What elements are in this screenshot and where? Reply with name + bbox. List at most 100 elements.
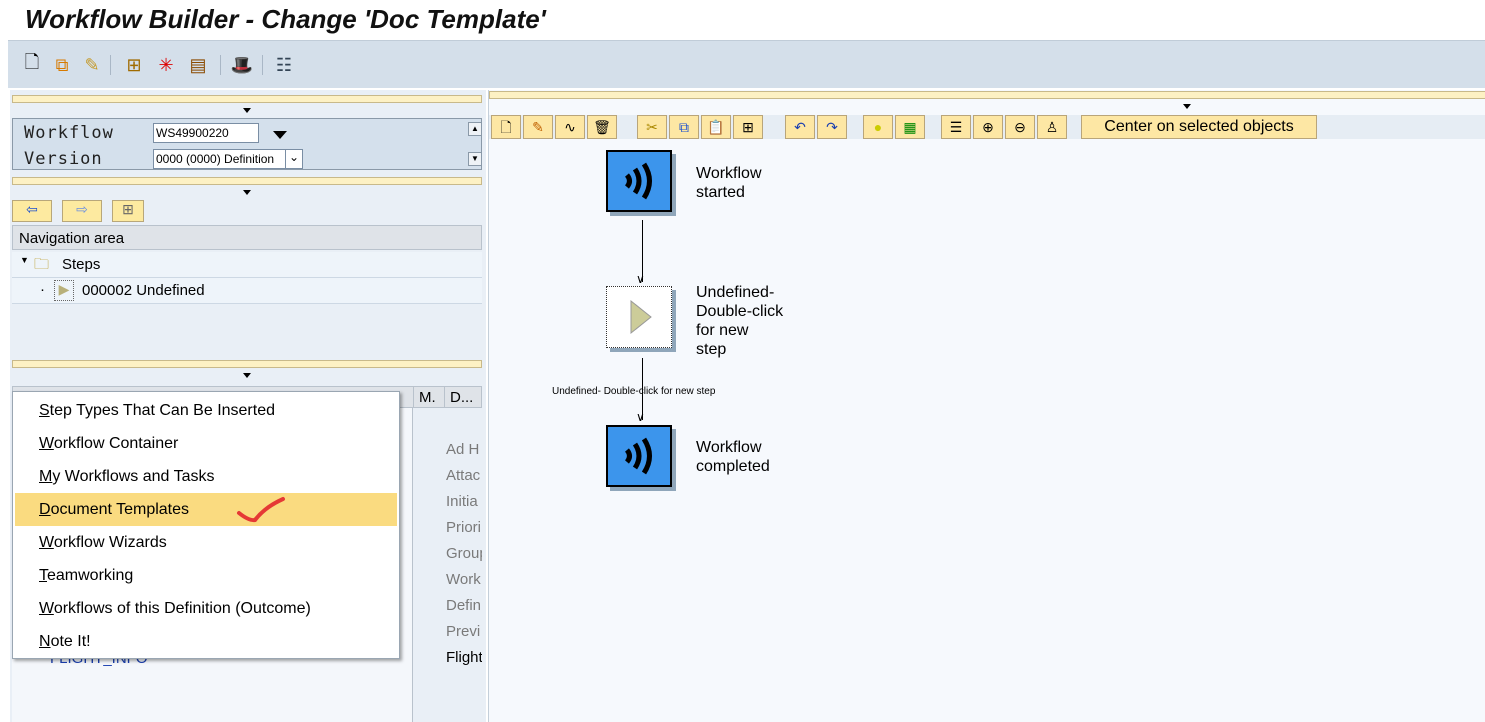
accel-key: S — [39, 402, 50, 419]
signature-icon[interactable]: ∿ — [555, 115, 585, 139]
collapse-arrow-icon[interactable] — [243, 108, 251, 113]
table-cell[interactable]: Ad H — [446, 441, 482, 458]
node-label: Workflow completed — [696, 439, 770, 475]
menu-label: y Workflows and Tasks — [52, 468, 215, 485]
insert-block-icon[interactable]: ⊞ — [733, 115, 763, 139]
table-cell[interactable]: Initia — [446, 493, 482, 510]
paste-icon[interactable]: 📋 — [701, 115, 731, 139]
context-menu: Step Types That Can Be Inserted Workflow… — [12, 391, 400, 659]
layout-icon[interactable]: ☰ — [941, 115, 971, 139]
trash-icon[interactable]: 🗑 — [587, 115, 617, 139]
table-cell[interactable]: Defin — [446, 597, 482, 614]
zoom-out-icon[interactable]: ⊖ — [1005, 115, 1035, 139]
zoom-in-icon[interactable]: ⊕ — [973, 115, 1003, 139]
collapse-arrow-icon[interactable] — [243, 373, 251, 378]
menu-item-workflows-of-definition[interactable]: Workflows of this Definition (Outcome) — [13, 592, 399, 625]
checkmark-annotation-icon — [237, 497, 285, 523]
list-icon[interactable]: ☷ — [272, 53, 296, 77]
bell-icon[interactable]: ● — [863, 115, 893, 139]
tree-node-steps[interactable]: ▼ 🗀 Steps — [12, 252, 482, 278]
accel-key: N — [39, 633, 51, 650]
node-label: Workflow started — [696, 165, 762, 201]
person-icon[interactable]: ♙ — [1037, 115, 1067, 139]
undefined-step-node[interactable] — [606, 286, 672, 348]
magic-wand-icon[interactable]: ✳ — [154, 53, 178, 77]
menu-label: orkflows of this Definition (Outcome) — [53, 600, 311, 617]
menu-item-step-types[interactable]: Step Types That Can Be Inserted — [13, 394, 399, 427]
copy-icon[interactable]: ⧉ — [669, 115, 699, 139]
tree-node-label: 000002 Undefined — [82, 282, 205, 299]
menu-label: ote It! — [50, 633, 91, 650]
table-cell[interactable]: Work — [446, 571, 482, 588]
expand-icon[interactable]: ▼ — [20, 255, 29, 265]
scroll-up-button[interactable]: ▲ — [468, 122, 482, 136]
window-title: Workflow Builder - Change 'Doc Template' — [25, 4, 546, 34]
film-icon[interactable]: ▤ — [186, 53, 210, 77]
accel-key: D — [39, 501, 51, 518]
version-label: Version — [24, 149, 103, 169]
table-cell[interactable]: Attac — [446, 467, 482, 484]
workflow-started-node[interactable] — [606, 150, 672, 212]
graphic-pane: 🗋 ✎ ∿ 🗑 ✂ ⧉ 📋 ⊞ ↶ ↷ ● ▦ ☰ ⊕ ⊖ ♙ Center o… — [488, 90, 1485, 722]
accel-key: W — [39, 534, 54, 551]
play-triangle-icon — [630, 299, 652, 335]
back-arrow-icon[interactable]: ⇦ — [12, 200, 52, 222]
cut-icon[interactable]: ✂ — [637, 115, 667, 139]
redo-icon[interactable]: ↷ — [817, 115, 847, 139]
menu-label: orkflow Container — [53, 435, 179, 452]
tree-node-label: Steps — [62, 256, 101, 273]
main-toolbar: 🗋 ⧉ ✎ ⊞ ✳ ▤ 🎩 ☷ — [8, 40, 1485, 88]
pencil-icon[interactable]: ✎ — [523, 115, 553, 139]
signal-waves-icon — [624, 437, 652, 475]
new-icon[interactable]: 🗋 — [491, 115, 521, 139]
accel-key: W — [39, 600, 54, 617]
menu-label: orkflow Wizards — [53, 534, 167, 551]
edge-label[interactable]: Undefined- Double-click for new step — [552, 386, 715, 397]
menu-label: tep Types That Can Be Inserted — [49, 402, 275, 419]
workflow-input[interactable]: WS49900220 — [153, 123, 259, 143]
table-cell[interactable]: Previ — [446, 623, 482, 640]
menu-item-teamworking[interactable]: Teamworking — [13, 559, 399, 592]
version-select[interactable]: 0000 (0000) Definition ⌄ — [153, 149, 303, 169]
table-cell[interactable]: Priori — [446, 519, 482, 536]
accel-key: M — [39, 468, 53, 485]
edit-pencil-icon[interactable]: ✎ — [80, 53, 104, 77]
collapse-arrow-icon[interactable] — [243, 190, 251, 195]
pane-header-strip — [489, 91, 1485, 99]
menu-item-workflow-wizards[interactable]: Workflow Wizards — [13, 526, 399, 559]
menu-item-document-templates[interactable]: Document Templates — [15, 493, 397, 526]
folder-icon: 🗀 — [34, 256, 50, 273]
scroll-down-button[interactable]: ▼ — [468, 152, 482, 166]
workflow-box: Workflow WS49900220 Version 0000 (0000) … — [12, 118, 482, 170]
structure-icon[interactable]: ⊞ — [122, 53, 146, 77]
tree-icon[interactable]: ⊞ — [112, 200, 144, 222]
signal-waves-icon — [624, 162, 652, 200]
dropdown-arrow-icon[interactable] — [273, 131, 287, 139]
pane-header-strip — [12, 360, 482, 368]
copy-icon[interactable]: ⧉ — [50, 53, 74, 77]
workflow-completed-node[interactable] — [606, 425, 672, 487]
table-cell[interactable]: Group — [446, 545, 482, 562]
menu-item-my-workflows[interactable]: My Workflows and Tasks — [13, 460, 399, 493]
undo-icon[interactable]: ↶ — [785, 115, 815, 139]
pane-header-strip — [12, 95, 482, 103]
menu-item-workflow-container[interactable]: Workflow Container — [13, 427, 399, 460]
collapse-arrow-icon[interactable] — [1183, 104, 1191, 109]
table-cell[interactable]: Flight — [446, 649, 482, 666]
chevron-down-icon: ⌄ — [285, 150, 302, 168]
overview-icon[interactable]: ▦ — [895, 115, 925, 139]
column-header[interactable]: D... — [444, 387, 483, 408]
graphic-toolbar: 🗋 ✎ ∿ 🗑 ✂ ⧉ 📋 ⊞ ↶ ↷ ● ▦ ☰ ⊕ ⊖ ♙ Center o… — [489, 115, 1485, 139]
accel-key: W — [39, 435, 54, 452]
column-header[interactable]: M. — [413, 387, 443, 408]
tree-node-step[interactable]: · ▶ 000002 Undefined — [12, 278, 482, 304]
arrow-head-icon: ∨ — [636, 272, 645, 286]
menu-label: eamworking — [47, 567, 134, 584]
menu-item-note-it[interactable]: Note It! — [13, 625, 399, 658]
hat-icon[interactable]: 🎩 — [230, 53, 254, 77]
new-document-icon[interactable]: 🗋 — [20, 52, 44, 77]
center-on-selected-button[interactable]: Center on selected objects — [1081, 115, 1317, 139]
forward-arrow-icon[interactable]: ⇨ — [62, 200, 102, 222]
pane-header-strip — [12, 177, 482, 185]
undefined-step-icon: ▶ — [54, 280, 74, 301]
